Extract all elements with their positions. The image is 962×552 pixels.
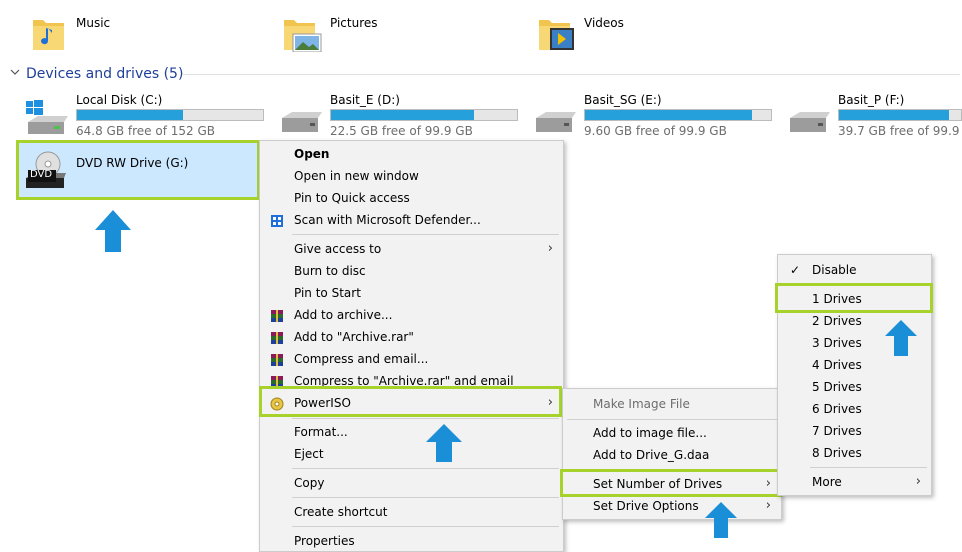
hard-drive-icon[interactable]	[532, 108, 578, 141]
menu-item-create-shortcut[interactable]: Create shortcut	[260, 501, 563, 523]
menu-item-drive-count[interactable]: 7 Drives	[778, 420, 931, 442]
up-arrow-indicator	[883, 318, 919, 361]
context-menu: Open Open in new window Pin to Quick acc…	[259, 140, 564, 552]
menu-separator	[292, 234, 559, 235]
menu-item-add-archive[interactable]: Add to archive...	[260, 304, 563, 326]
menu-item-drive-count[interactable]: 8 Drives	[778, 442, 931, 464]
menu-item-make-image[interactable]: Make Image File	[563, 393, 781, 415]
menu-item-properties[interactable]: Properties	[260, 530, 563, 552]
submenu-arrow-icon: ›	[547, 241, 553, 256]
folder-label: Videos	[584, 16, 624, 30]
menu-separator	[567, 419, 777, 420]
menu-item-add-archive-rar[interactable]: Add to "Archive.rar"	[260, 326, 563, 348]
videos-folder-icon[interactable]	[538, 14, 574, 50]
drive-name: Basit_E (D:)	[330, 93, 400, 107]
music-folder-icon[interactable]	[32, 14, 64, 50]
winrar-icon	[270, 308, 284, 322]
drive-usage-bar	[838, 109, 962, 121]
folder-label: Pictures	[330, 16, 378, 30]
hard-drive-icon[interactable]	[278, 108, 324, 141]
menu-item-burn-disc[interactable]: Burn to disc	[260, 260, 563, 282]
drive-usage-bar	[584, 109, 772, 121]
menu-item-format[interactable]: Format...	[260, 421, 563, 443]
highlight-box	[259, 386, 562, 417]
menu-item-copy[interactable]: Copy	[260, 472, 563, 494]
menu-item-open-new-window[interactable]: Open in new window	[260, 165, 563, 187]
highlight-box	[775, 283, 933, 313]
folder-label: Music	[76, 16, 111, 30]
drive-free-space: 39.7 GB free of 99.9 GB	[838, 124, 962, 138]
winrar-icon	[270, 330, 284, 344]
submenu-arrow-icon: ›	[765, 498, 771, 513]
menu-item-more[interactable]: More ›	[778, 471, 931, 493]
menu-item-drive-count[interactable]: 5 Drives	[778, 376, 931, 398]
up-arrow-indicator	[93, 208, 133, 257]
hard-drive-icon[interactable]	[786, 108, 832, 141]
menu-item-compress-email[interactable]: Compress and email...	[260, 348, 563, 370]
defender-shield-icon	[270, 213, 284, 235]
highlight-box	[560, 469, 782, 497]
submenu-arrow-icon: ›	[915, 474, 921, 489]
drive-name: Basit_SG (E:)	[584, 93, 662, 107]
menu-item-add-to-drive[interactable]: Add to Drive_G.daa	[563, 444, 781, 466]
menu-item-eject[interactable]: Eject	[260, 443, 563, 465]
checkmark-icon: ✓	[790, 263, 801, 277]
highlight-box	[16, 140, 260, 200]
pictures-folder-icon[interactable]	[283, 14, 322, 53]
menu-separator	[292, 526, 559, 527]
menu-separator	[292, 418, 559, 419]
menu-item-disable[interactable]: ✓ Disable	[778, 259, 931, 281]
poweriso-submenu: Make Image File Add to image file... Add…	[562, 388, 782, 520]
section-divider	[182, 74, 960, 75]
menu-item-pin-quick-access[interactable]: Pin to Quick access	[260, 187, 563, 209]
menu-item-set-drive-options[interactable]: Set Drive Options ›	[563, 495, 781, 517]
drive-free-space: 22.5 GB free of 99.9 GB	[330, 124, 473, 138]
drive-name: Local Disk (C:)	[76, 93, 163, 107]
menu-item-give-access[interactable]: Give access to ›	[260, 238, 563, 260]
menu-separator	[810, 467, 927, 468]
drive-name: Basit_P (F:)	[838, 93, 905, 107]
menu-item-open[interactable]: Open	[260, 143, 563, 165]
menu-item-add-image-file[interactable]: Add to image file...	[563, 422, 781, 444]
menu-item-drive-count[interactable]: 6 Drives	[778, 398, 931, 420]
drive-free-space: 64.8 GB free of 152 GB	[76, 124, 215, 138]
drive-usage-bar	[330, 109, 518, 121]
up-arrow-indicator	[703, 500, 739, 543]
menu-item-pin-start[interactable]: Pin to Start	[260, 282, 563, 304]
section-title[interactable]: Devices and drives (5)	[26, 66, 183, 82]
windows-drive-icon[interactable]	[24, 98, 70, 141]
menu-separator	[292, 497, 559, 498]
drive-usage-bar	[76, 109, 264, 121]
menu-separator	[292, 468, 559, 469]
drive-free-space: 9.60 GB free of 99.9 GB	[584, 124, 727, 138]
collapse-chevron-icon[interactable]	[10, 66, 20, 83]
menu-item-scan-defender[interactable]: Scan with Microsoft Defender...	[260, 209, 563, 231]
up-arrow-indicator	[424, 422, 464, 467]
winrar-icon	[270, 352, 284, 366]
